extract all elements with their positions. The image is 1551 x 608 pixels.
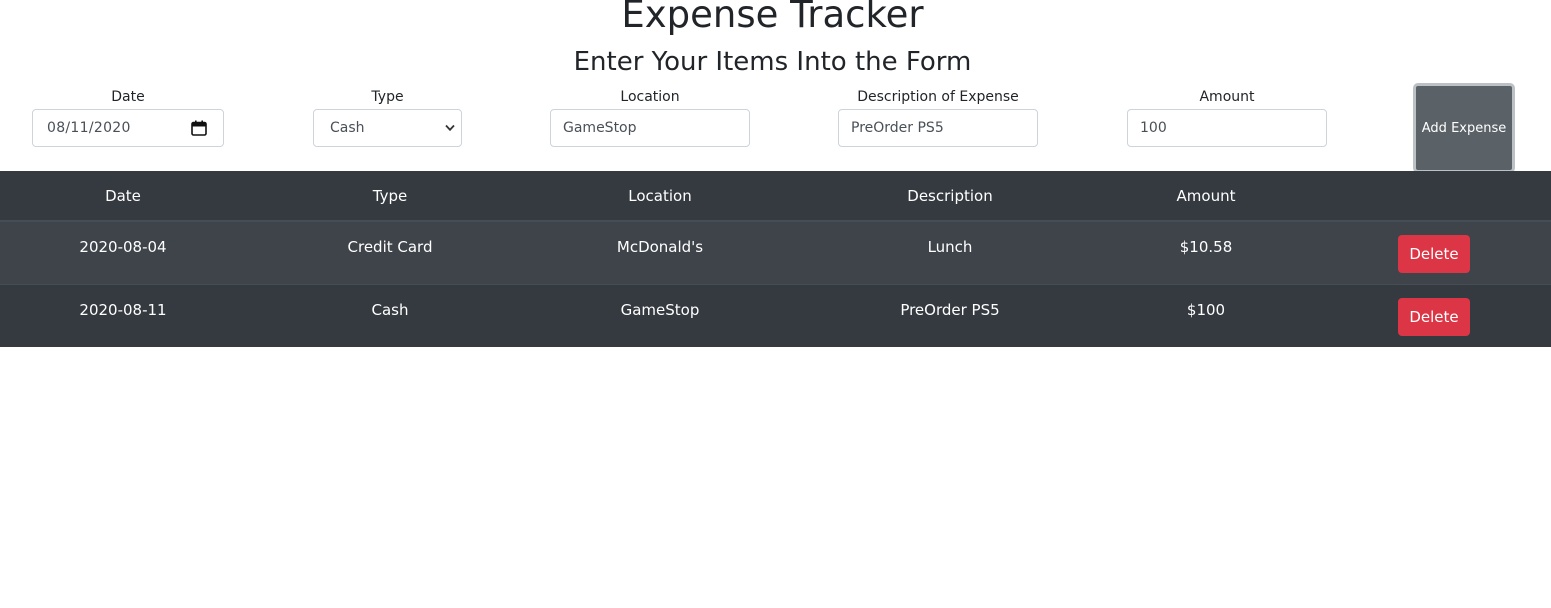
delete-button[interactable]: Delete: [1398, 298, 1470, 336]
cell-location: McDonald's: [616, 238, 704, 256]
amount-input-value: 100: [1140, 120, 1167, 136]
column-header-amount: Amount: [1176, 187, 1236, 205]
expense-table: Date Type Location Description Amount 20…: [0, 171, 1551, 347]
date-input-value: 08/11/2020: [47, 120, 131, 136]
delete-button[interactable]: Delete: [1398, 235, 1470, 273]
location-label: Location: [620, 89, 680, 105]
cell-description: Lunch: [927, 238, 973, 256]
location-input[interactable]: GameStop: [550, 109, 750, 147]
type-label: Type: [371, 89, 404, 105]
type-select-value: Cash: [330, 120, 365, 136]
table-row: 2020-08-11 Cash GameStop PreOrder PS5 $1…: [0, 284, 1551, 347]
cell-date: 2020-08-04: [79, 238, 167, 256]
type-select[interactable]: Cash: [313, 109, 462, 147]
amount-input[interactable]: 100: [1127, 109, 1327, 147]
column-header-description: Description: [907, 187, 993, 205]
cell-type: Cash: [371, 301, 409, 319]
calendar-icon[interactable]: [191, 120, 207, 136]
chevron-down-icon: [445, 124, 455, 132]
location-input-value: GameStop: [563, 120, 637, 136]
description-label: Description of Expense: [857, 89, 1019, 105]
date-label: Date: [111, 89, 145, 105]
cell-description: PreOrder PS5: [900, 301, 1000, 319]
cell-amount: $10.58: [1179, 238, 1233, 256]
date-input[interactable]: 08/11/2020: [32, 109, 224, 147]
table-header: Date Type Location Description Amount: [0, 171, 1551, 221]
app-title: Expense Tracker: [621, 0, 924, 36]
column-header-type: Type: [372, 187, 408, 205]
cell-type: Credit Card: [347, 238, 433, 256]
form-subtitle: Enter Your Items Into the Form: [573, 47, 972, 77]
cell-amount: $100: [1186, 301, 1226, 319]
page: Expense Tracker Enter Your Items Into th…: [0, 0, 1551, 608]
column-header-date: Date: [105, 187, 141, 205]
description-input-value: PreOrder PS5: [851, 120, 944, 136]
cell-date: 2020-08-11: [79, 301, 167, 319]
column-header-location: Location: [628, 187, 692, 205]
amount-label: Amount: [1199, 89, 1255, 105]
description-input[interactable]: PreOrder PS5: [838, 109, 1038, 147]
add-expense-button[interactable]: Add Expense: [1413, 83, 1515, 173]
table-row: 2020-08-04 Credit Card McDonald's Lunch …: [0, 221, 1551, 284]
cell-location: GameStop: [620, 301, 700, 319]
